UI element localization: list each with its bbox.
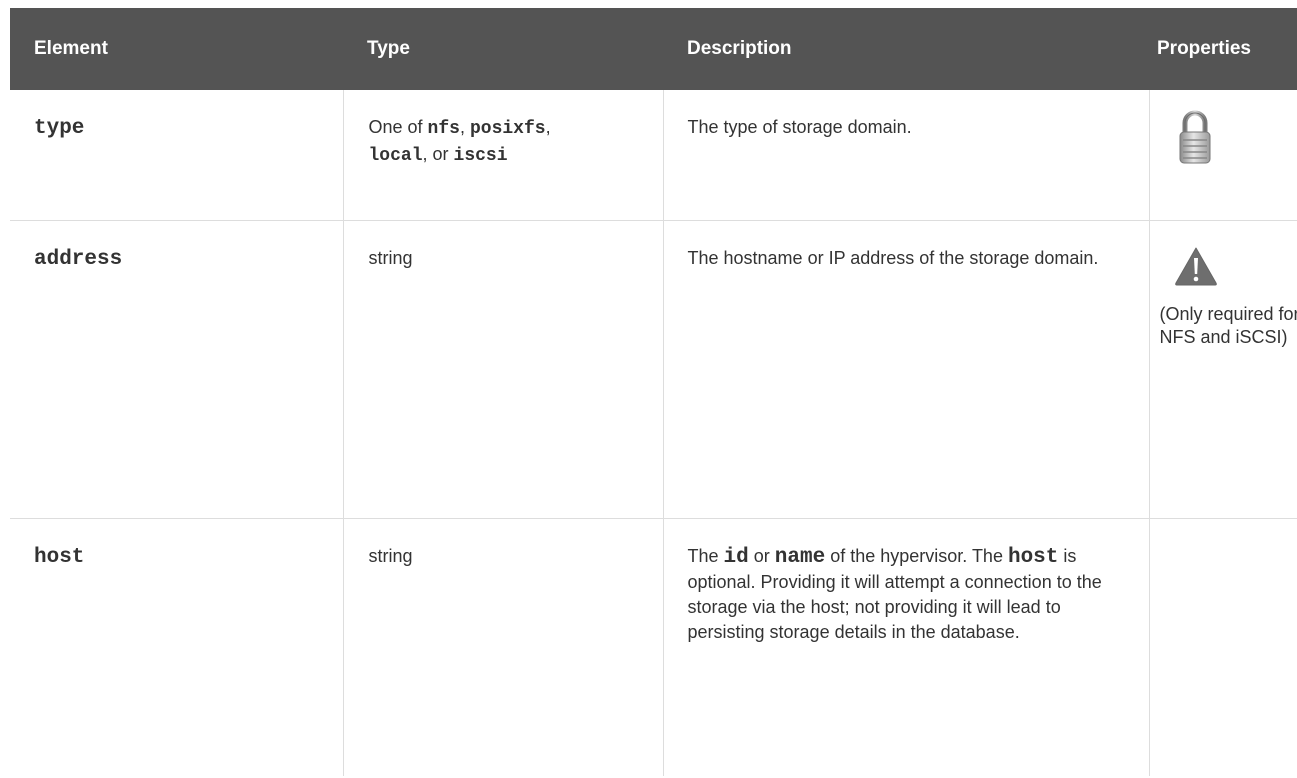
lock-icon xyxy=(1178,109,1297,172)
type-value-nfs: nfs xyxy=(427,119,460,139)
description-text: The xyxy=(687,545,724,566)
element-cell: type xyxy=(10,90,344,221)
description-text: or xyxy=(748,545,775,566)
type-separator: , or xyxy=(422,144,454,164)
table-row: address string The hostname or IP addres… xyxy=(10,220,1297,519)
header-properties: Properties xyxy=(1157,38,1251,59)
type-text: string xyxy=(368,247,413,268)
header-row: Element Type Description Properties xyxy=(10,8,1297,90)
type-cell: string xyxy=(343,220,664,519)
table-header: Element Type Description Properties xyxy=(10,8,1297,90)
type-value-posixfs: posixfs xyxy=(469,119,546,139)
type-separator: , xyxy=(459,117,470,137)
properties-note: (Only required for NFS and iSCSI) xyxy=(1159,303,1297,347)
element-name: address xyxy=(34,247,123,271)
element-cell: host xyxy=(10,518,344,776)
description-cell: The type of storage domain. xyxy=(663,90,1150,221)
table-row: host string The id or name of the hyperv… xyxy=(10,518,1297,776)
warning-icon xyxy=(1174,246,1297,293)
element-cell: address xyxy=(10,220,344,519)
type-text: One of xyxy=(368,117,428,137)
description-cell: The id or name of the hypervisor. The ho… xyxy=(663,518,1150,776)
description-cell: The hostname or IP address of the storag… xyxy=(663,220,1150,519)
type-value-local: local xyxy=(368,146,423,166)
type-value-iscsi: iscsi xyxy=(453,146,508,166)
properties-cell xyxy=(1149,518,1297,776)
table-row: type One of nfs, posixfs, local, or iscsi… xyxy=(10,90,1297,221)
header-description: Description xyxy=(687,38,792,59)
type-text: string xyxy=(368,545,413,566)
header-type: Type xyxy=(367,38,410,59)
header-element: Element xyxy=(34,38,108,59)
description-text: The hostname or IP address of the storag… xyxy=(687,247,1099,268)
code-name: name xyxy=(774,545,826,569)
document-page: Element Type Description Properties type… xyxy=(0,0,1297,778)
type-cell: string xyxy=(343,518,664,776)
type-cell: One of nfs, posixfs, local, or iscsi xyxy=(343,90,664,221)
storage-elements-table: Element Type Description Properties type… xyxy=(10,8,1297,776)
element-name: type xyxy=(34,117,85,140)
code-id: id xyxy=(723,545,749,569)
type-separator: , xyxy=(545,117,551,137)
description-text: of the hypervisor. The xyxy=(825,545,1008,566)
description-text: The type of storage domain. xyxy=(687,117,912,137)
element-name: host xyxy=(34,545,85,569)
properties-cell xyxy=(1149,90,1297,221)
code-host: host xyxy=(1007,545,1059,569)
properties-cell: (Only required for NFS and iSCSI) xyxy=(1149,220,1297,519)
